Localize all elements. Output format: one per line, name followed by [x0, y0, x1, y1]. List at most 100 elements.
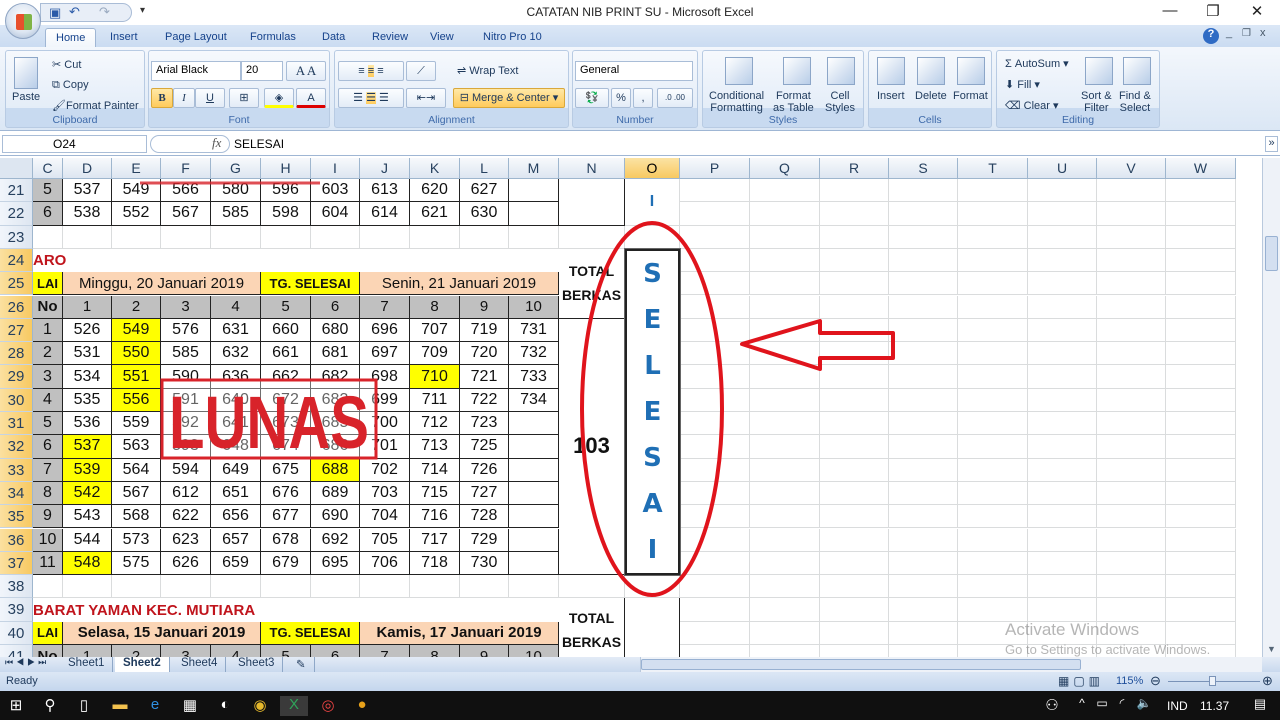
cell-e36[interactable]: 573: [112, 528, 161, 552]
cell-j28[interactable]: 697: [360, 342, 410, 366]
cell-d30[interactable]: 535: [63, 388, 112, 412]
cell[interactable]: [889, 435, 958, 459]
cell-c37[interactable]: 11: [33, 551, 63, 576]
cell[interactable]: [1097, 295, 1166, 319]
sort-filter-button[interactable]: Sort & Filter: [1081, 90, 1112, 114]
fill-button[interactable]: ⬇ Fill ▾: [1005, 78, 1040, 91]
cell[interactable]: [820, 388, 889, 412]
cell-i34[interactable]: 689: [311, 481, 360, 506]
cell-l36[interactable]: 729: [460, 528, 509, 552]
paste-button[interactable]: Paste: [12, 91, 40, 103]
section-title[interactable]: BARAT YAMAN KEC. MUTIARA: [33, 598, 559, 622]
column-header-e[interactable]: E: [112, 158, 161, 179]
cell-o24-selesai[interactable]: SELESAI: [624, 247, 681, 577]
vertical-scrollbar[interactable]: ▼: [1262, 158, 1280, 657]
cell[interactable]: [958, 388, 1028, 412]
cell-c31[interactable]: 5: [33, 412, 63, 436]
cell-j36[interactable]: 705: [360, 528, 410, 552]
cell[interactable]: [1097, 505, 1166, 529]
cell[interactable]: [1028, 295, 1097, 319]
cell-i36[interactable]: 692: [311, 528, 360, 552]
cell-i22[interactable]: 604: [311, 202, 360, 226]
cell-m30[interactable]: 734: [509, 388, 559, 412]
cell[interactable]: [680, 295, 750, 319]
cell[interactable]: [680, 645, 750, 657]
column-header-g[interactable]: G: [211, 158, 261, 179]
conditional-formatting-button[interactable]: Conditional Formatting: [709, 90, 764, 114]
cell[interactable]: [680, 621, 750, 645]
cell[interactable]: [261, 225, 311, 249]
column-header-i[interactable]: I: [311, 158, 360, 179]
column-header-s[interactable]: S: [889, 158, 958, 179]
cell[interactable]: [1097, 365, 1166, 389]
cell-c33[interactable]: 7: [33, 458, 63, 482]
cell[interactable]: [509, 575, 559, 599]
cell[interactable]: [750, 458, 820, 482]
minimize-button[interactable]: —: [1150, 2, 1190, 22]
cell[interactable]: [820, 645, 889, 657]
borders-button[interactable]: ⊞: [229, 88, 259, 108]
cell[interactable]: [680, 575, 750, 599]
cell[interactable]: [1097, 458, 1166, 482]
zoom-in-icon[interactable]: ⊕: [1262, 673, 1273, 689]
insert-button[interactable]: Insert: [877, 90, 905, 102]
cell-c29[interactable]: 3: [33, 365, 63, 389]
cell[interactable]: [1097, 575, 1166, 599]
cell[interactable]: [625, 225, 680, 249]
cell[interactable]: [680, 412, 750, 436]
font-size-dropdown[interactable]: 20: [241, 61, 283, 81]
cell[interactable]: [1097, 318, 1166, 343]
cell[interactable]: [112, 225, 161, 249]
cell-k35[interactable]: 716: [410, 505, 460, 529]
cell[interactable]: [1028, 179, 1097, 203]
cell-m22[interactable]: [509, 202, 559, 226]
cell-d21[interactable]: 537: [63, 179, 112, 203]
cell-e28[interactable]: 550: [112, 342, 161, 366]
row-header-34[interactable]: 34: [0, 481, 33, 506]
cell[interactable]: [958, 458, 1028, 482]
ribbon-minimize-icon[interactable]: _: [1226, 27, 1232, 39]
cell-i31[interactable]: 685: [311, 412, 360, 436]
merge-center-button[interactable]: ⊟ Merge & Center ▾: [453, 88, 565, 108]
cell[interactable]: [889, 318, 958, 343]
cell-c22[interactable]: 6: [33, 202, 63, 226]
column-header-c[interactable]: C: [33, 158, 63, 179]
cell-styles-button[interactable]: Cell Styles: [825, 90, 855, 114]
cell[interactable]: [889, 388, 958, 412]
cell-k21[interactable]: 620: [410, 179, 460, 203]
cell-d28[interactable]: 531: [63, 342, 112, 366]
cell-i35[interactable]: 690: [311, 505, 360, 529]
date-end[interactable]: Senin, 21 Januari 2019: [360, 272, 559, 296]
underline-button[interactable]: U: [195, 88, 225, 108]
cell[interactable]: [680, 179, 750, 203]
cell-l30[interactable]: 722: [460, 388, 509, 412]
cell-f32[interactable]: 593: [161, 435, 211, 459]
cell-h32[interactable]: 674: [261, 435, 311, 459]
cell[interactable]: [750, 202, 820, 226]
cell-k34[interactable]: 715: [410, 481, 460, 506]
cell-c28[interactable]: 2: [33, 342, 63, 366]
cell[interactable]: [1166, 435, 1236, 459]
worksheet-grid[interactable]: C D E F G H I J K L M N O P Q R S T U V W 21 22 23 24 25 26 27 28 29 3…: [0, 158, 1262, 657]
cell-f41[interactable]: 3: [161, 645, 211, 657]
cell[interactable]: [1028, 505, 1097, 529]
column-header-m[interactable]: M: [509, 158, 559, 179]
cell[interactable]: [680, 528, 750, 552]
cell[interactable]: [889, 621, 958, 645]
excel-taskbar-icon[interactable]: X: [280, 696, 308, 716]
wifi-icon[interactable]: ◜: [1112, 696, 1132, 716]
cell[interactable]: [1028, 481, 1097, 506]
cell[interactable]: [680, 505, 750, 529]
cell-f28[interactable]: 585: [161, 342, 211, 366]
windows-start-icon[interactable]: ⊞: [6, 696, 26, 716]
cell-d26[interactable]: 1: [63, 295, 112, 319]
cell-k37[interactable]: 718: [410, 551, 460, 576]
cell-k31[interactable]: 712: [410, 412, 460, 436]
percent-button[interactable]: %: [611, 88, 631, 108]
cell[interactable]: [889, 295, 958, 319]
cell[interactable]: [410, 575, 460, 599]
row-header-32[interactable]: 32: [0, 435, 33, 459]
scroll-down-icon[interactable]: ▼: [1267, 644, 1276, 654]
cell-d32[interactable]: 537: [63, 435, 112, 459]
cell-f34[interactable]: 612: [161, 481, 211, 506]
